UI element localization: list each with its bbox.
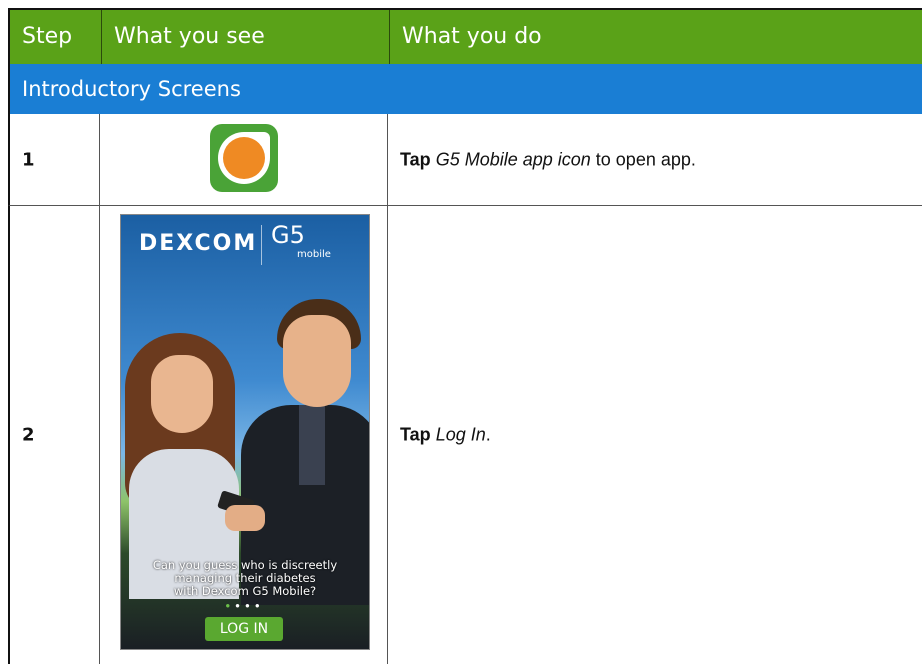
phone-screenshot: DEXCOM G5 mobile Can you guess who is di… — [120, 214, 370, 650]
instruction-text: Tap Log In. — [400, 425, 491, 446]
step-number: 2 — [22, 424, 35, 446]
instruction-rest: . — [485, 424, 491, 445]
instruction-verb: Tap — [400, 424, 431, 445]
instruction-verb: Tap — [400, 149, 431, 169]
app-icon-dot — [223, 137, 265, 179]
instruction-target: G5 Mobile app icon — [435, 149, 591, 169]
instruction-target: Log In — [435, 424, 486, 445]
g5-logo: G5 — [271, 221, 305, 249]
section-title: Introductory Screens — [8, 64, 922, 114]
caption-line: with Dexcom G5 Mobile? — [173, 584, 317, 598]
table-header: Step What you see What you do — [8, 8, 922, 64]
instruction-table: Step What you see What you do Introducto… — [8, 8, 922, 664]
step-cell: 1 — [10, 114, 100, 205]
man-hand — [225, 505, 265, 531]
woman-face — [151, 355, 213, 433]
instruction-rest: to open app. — [590, 149, 696, 169]
step-number: 1 — [22, 149, 35, 170]
visual-cell — [100, 114, 388, 205]
action-cell: Tap Log In. — [388, 206, 922, 664]
g5-logo-sub: mobile — [297, 249, 331, 260]
man-shirt — [299, 405, 325, 485]
action-cell: Tap G5 Mobile app icon to open app. — [388, 114, 922, 205]
promo-caption: Can you guess who is discreetly managing… — [121, 559, 369, 598]
page-indicator: ●●●● — [225, 601, 265, 610]
header-step: Step — [10, 10, 102, 64]
header-what-you-do: What you do — [402, 24, 542, 49]
visual-cell: DEXCOM G5 mobile Can you guess who is di… — [100, 206, 388, 664]
table-row: 2 DEXCOM G5 mobile Can you guess who is … — [8, 206, 922, 664]
dexcom-logo: DEXCOM — [139, 231, 258, 256]
header-what-you-see: What you see — [102, 10, 390, 64]
login-button: LOG IN — [205, 617, 283, 641]
man-face — [283, 315, 351, 407]
logo-divider — [261, 225, 262, 265]
instruction-text: Tap G5 Mobile app icon to open app. — [400, 149, 696, 170]
table-row: 1 Tap G5 Mobile app icon to open app. — [8, 114, 922, 206]
g5-app-icon — [210, 124, 278, 192]
step-cell: 2 — [10, 206, 100, 664]
